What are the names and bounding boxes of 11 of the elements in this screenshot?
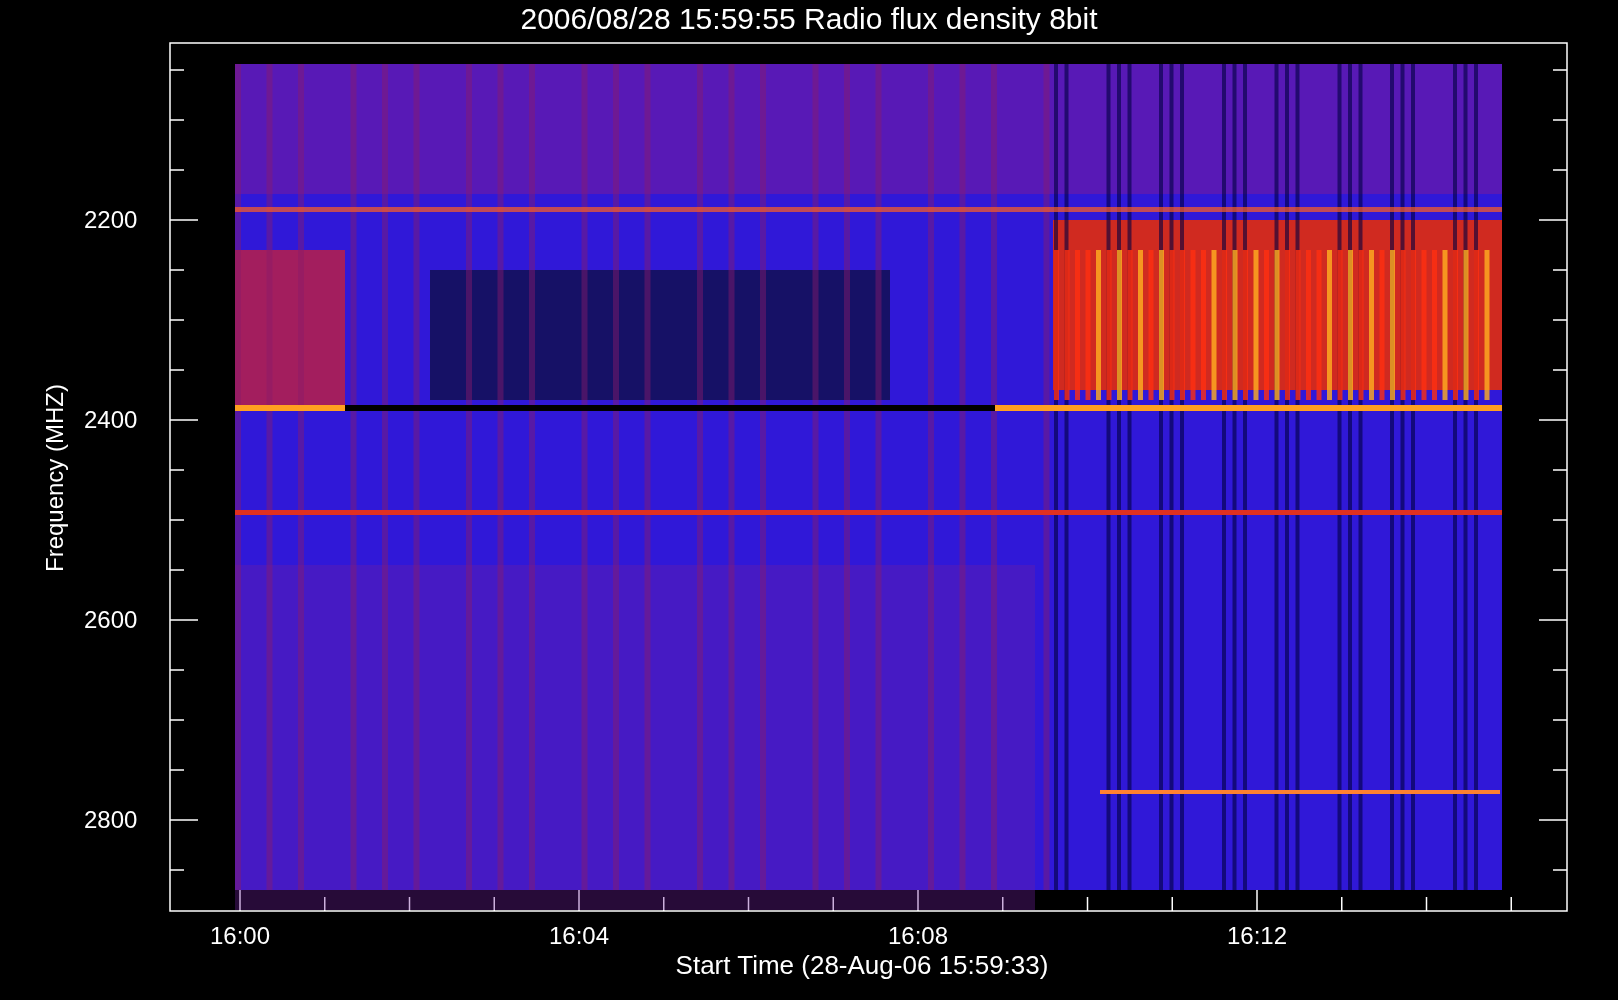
y-tick-label: 2200 bbox=[84, 206, 138, 234]
y-tick-label: 2600 bbox=[84, 606, 138, 634]
y-tick-label: 2400 bbox=[84, 406, 138, 434]
chart-title: 2006/08/28 15:59:55 Radio flux density 8bit bbox=[519, 2, 1099, 36]
x-tick-label: 16:12 bbox=[1225, 922, 1289, 950]
x-axis-title: Start Time (28-Aug-06 15:59:33) bbox=[674, 950, 1050, 980]
y-axis-title: Frequency (MHZ) bbox=[41, 383, 69, 574]
x-tick-label: 16:08 bbox=[886, 922, 950, 950]
x-tick-label: 16:04 bbox=[547, 922, 611, 950]
y-tick-label: 2800 bbox=[84, 806, 138, 834]
x-tick-label: 16:00 bbox=[208, 922, 272, 950]
